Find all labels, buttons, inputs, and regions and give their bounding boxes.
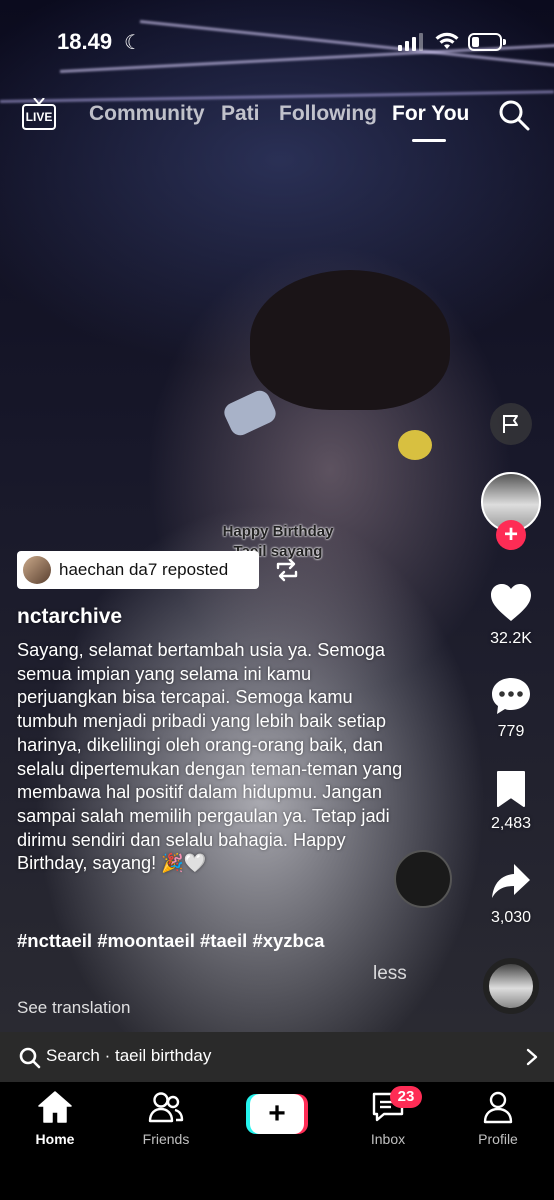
comment-icon <box>492 678 530 714</box>
repost-pill[interactable]: haechan da7 reposted <box>17 551 259 589</box>
share-button[interactable]: 3,030 <box>480 862 542 927</box>
like-button[interactable]: 32.2K <box>480 583 542 648</box>
tab-community[interactable]: Community <box>89 102 205 126</box>
chevron-right-icon <box>526 1048 538 1066</box>
wifi-icon <box>435 32 459 49</box>
search-icon <box>19 1047 41 1069</box>
tab-pati[interactable]: Pati <box>221 102 260 126</box>
cellular-signal-icon <box>398 33 424 51</box>
tab-for-you[interactable]: For You <box>392 102 469 126</box>
search-icon[interactable] <box>498 99 530 131</box>
share-arrow-icon <box>492 864 530 898</box>
follow-plus-button[interactable]: + <box>496 520 526 550</box>
moon-icon: ☾ <box>124 32 142 54</box>
related-search-bar[interactable]: Search · taeil birthday <box>0 1032 554 1082</box>
active-tab-indicator <box>412 139 446 142</box>
home-icon <box>38 1091 72 1123</box>
report-flag-button[interactable] <box>490 403 532 445</box>
nav-inbox-label: Inbox <box>370 1131 406 1147</box>
inbox-badge: 23 <box>390 1086 422 1108</box>
create-post-button[interactable]: + <box>246 1094 308 1134</box>
live-label: LIVE <box>22 104 56 130</box>
repost-label: haechan da7 reposted <box>59 560 229 579</box>
nav-home-label: Home <box>35 1131 75 1147</box>
friends-icon <box>148 1092 184 1123</box>
see-translation-link[interactable]: See translation <box>17 998 130 1018</box>
post-caption: Sayang, selamat bertambah usia ya. Semog… <box>17 640 403 874</box>
nav-profile-label: Profile <box>478 1131 518 1147</box>
comment-button[interactable]: 779 <box>480 676 542 741</box>
video-player[interactable]: Happy Birthday Taeil sayang <box>0 0 554 1032</box>
bookmark-button[interactable]: 2,483 <box>480 770 542 833</box>
status-bar: 18.49 ☾ <box>0 0 554 80</box>
bookmark-count: 2,483 <box>490 815 532 832</box>
heart-icon <box>491 584 531 621</box>
share-count: 3,030 <box>490 909 532 926</box>
bookmark-icon <box>497 771 525 807</box>
music-disc[interactable] <box>483 958 539 1014</box>
repost-icon <box>276 558 298 582</box>
nav-home[interactable]: Home <box>15 1090 95 1147</box>
related-search-text: Search · taeil birthday <box>46 1046 212 1065</box>
live-button[interactable]: LIVE <box>22 98 58 132</box>
nav-friends-label: Friends <box>142 1131 190 1147</box>
plus-icon: + <box>250 1094 304 1134</box>
post-username[interactable]: nctarchive <box>17 605 122 629</box>
bottom-nav: Home Friends + Inbox 23 Profile <box>0 1082 554 1200</box>
status-time: 18.49 <box>57 29 113 54</box>
nav-friends[interactable]: Friends <box>126 1090 206 1147</box>
profile-icon <box>483 1091 513 1124</box>
like-count: 32.2K <box>490 630 532 647</box>
battery-icon <box>468 33 506 51</box>
nav-profile[interactable]: Profile <box>458 1090 538 1147</box>
comment-count: 779 <box>497 723 525 740</box>
post-hashtags[interactable]: #ncttaeil #moontaeil #taeil #xyzbca <box>17 930 324 952</box>
tab-following[interactable]: Following <box>279 102 377 126</box>
less-button[interactable]: less <box>373 963 407 985</box>
reposter-avatar <box>23 556 51 584</box>
flag-icon <box>503 415 518 433</box>
